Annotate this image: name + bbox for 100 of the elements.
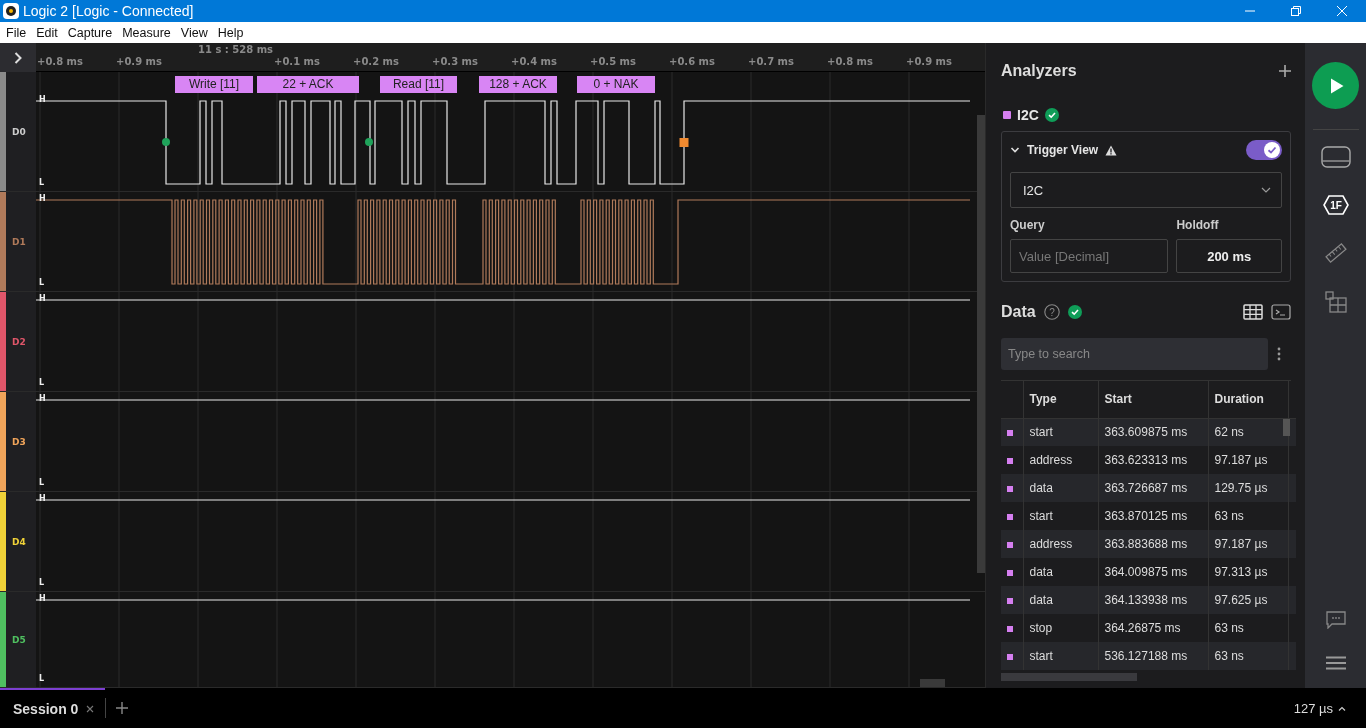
chevron-right-icon[interactable] (14, 51, 22, 64)
holdoff-field[interactable]: 200 ms (1176, 239, 1282, 273)
table-cell: 363.883688 ms (1098, 530, 1208, 558)
time-tick-label: +0.2 ms (353, 56, 399, 67)
table-cell: 363.870125 ms (1098, 502, 1208, 530)
add-icon[interactable] (1279, 65, 1291, 77)
table-cell: 364.009875 ms (1098, 558, 1208, 586)
low-level-label: L (39, 278, 45, 288)
low-level-label: L (39, 578, 45, 588)
table-cell: 536.127188 ms (1098, 642, 1208, 670)
trigger-view-label: Trigger View (1027, 143, 1099, 157)
menu-item[interactable]: View (180, 25, 208, 40)
marker-dot[interactable] (365, 138, 373, 146)
column-header[interactable]: Start (1098, 381, 1208, 418)
help-icon[interactable]: ? (1043, 304, 1060, 320)
menu-item[interactable]: Help (217, 25, 244, 40)
table-cell: start (1023, 502, 1098, 530)
table-cell: 63 ns (1208, 502, 1288, 530)
table-horizontal-scrollbar[interactable] (1001, 673, 1137, 681)
menu-item[interactable]: File (6, 25, 27, 40)
table-scrollbar[interactable] (1283, 419, 1290, 436)
toggle-switch[interactable] (1246, 140, 1282, 160)
query-field[interactable]: Value [Decimal] (1010, 239, 1169, 273)
decoded-data-label: 22 + ACK (257, 76, 359, 93)
session-tab[interactable]: Session 0 (0, 688, 106, 728)
channel-name: D4 (12, 536, 26, 547)
channel-name: D1 (12, 236, 26, 247)
menu-item[interactable]: Measure (122, 25, 171, 40)
warning-icon (1105, 144, 1118, 156)
more-options-icon[interactable] (1277, 347, 1281, 361)
table-cell: address (1023, 446, 1098, 474)
low-level-label: L (39, 378, 45, 388)
play-button[interactable] (1312, 62, 1359, 109)
table-cell: 63 ns (1208, 614, 1288, 642)
menu-item[interactable]: Edit (36, 25, 58, 40)
channel-name: D0 (12, 126, 26, 137)
column-header[interactable]: Type (1023, 381, 1098, 418)
low-level-label: L (39, 478, 45, 488)
horizontal-scrollbar[interactable] (920, 679, 945, 687)
hexagon-badge-icon[interactable]: 1F (1322, 195, 1349, 215)
decoded-data-label: 0 + NAK (577, 76, 655, 93)
table-cell: 63 ns (1208, 642, 1288, 670)
close-icon[interactable] (86, 705, 95, 713)
table-cell: 363.726687 ms (1098, 474, 1208, 502)
time-tick-label: +0.1 ms (274, 56, 320, 67)
channel-name: D5 (12, 634, 26, 645)
chevron-down-icon[interactable] (1010, 145, 1020, 155)
timeline-origin-label: 11 s : 528 ms (198, 44, 274, 55)
low-level-label: L (39, 674, 45, 684)
high-level-label: H (39, 294, 46, 304)
menu-icon[interactable] (1325, 656, 1346, 670)
time-tick-label: +0.6 ms (669, 56, 715, 67)
status-readout[interactable]: 127 µs (1293, 700, 1366, 716)
table-cell: 97.187 µs (1208, 446, 1288, 474)
layout-blocks-icon[interactable] (1324, 291, 1347, 313)
table-cell: data (1023, 586, 1098, 614)
marker-dot[interactable] (162, 138, 170, 146)
table-icon[interactable] (1243, 304, 1263, 320)
high-level-label: H (39, 594, 46, 604)
device-icon[interactable] (1320, 146, 1351, 168)
add-icon[interactable] (116, 702, 129, 714)
time-tick-label: +0.7 ms (748, 56, 794, 67)
table-cell: 97.187 µs (1208, 530, 1288, 558)
table-cell: data (1023, 474, 1098, 502)
time-tick-label: +0.9 ms (116, 56, 162, 67)
vertical-scrollbar[interactable] (977, 115, 985, 573)
table-cell: data (1023, 558, 1098, 586)
ruler-icon[interactable] (1324, 242, 1347, 264)
analyzer-dropdown[interactable]: I2C (1010, 172, 1282, 208)
table-cell: 363.609875 ms (1098, 418, 1208, 446)
table-cell: 363.623313 ms (1098, 446, 1208, 474)
time-tick-label: +0.3 ms (432, 56, 478, 67)
caret-up-icon (1338, 705, 1346, 711)
decoded-data-label: 128 + ACK (479, 76, 557, 93)
play-icon (1330, 77, 1344, 94)
time-tick-label: +0.5 ms (590, 56, 636, 67)
restore-icon[interactable] (1291, 6, 1301, 16)
table-cell: start (1023, 642, 1098, 670)
comment-icon[interactable] (1325, 611, 1346, 629)
column-header[interactable]: Duration (1208, 381, 1288, 418)
search-field[interactable]: Type to search (1001, 338, 1268, 370)
table-cell: 97.625 µs (1208, 586, 1288, 614)
analyzer-name[interactable]: I2C (1017, 107, 1039, 123)
channel-name: D2 (12, 336, 26, 347)
table-cell: 62 ns (1208, 418, 1288, 446)
menu-item[interactable]: Capture (67, 25, 113, 40)
channel-name: D3 (12, 436, 26, 447)
decoded-data-label: Write [11] (175, 76, 253, 93)
query-label: Query (1010, 218, 1046, 232)
time-tick-label: +0.9 ms (906, 56, 952, 67)
terminal-icon[interactable] (1271, 304, 1291, 320)
holdoff-label: Holdoff (1176, 218, 1220, 232)
toggle-knob-icon (1264, 142, 1280, 158)
table-cell: 364.26875 ms (1098, 614, 1208, 642)
marker-square[interactable] (679, 138, 689, 147)
low-level-label: L (39, 178, 45, 188)
high-level-label: H (39, 394, 46, 404)
time-tick-label: +0.4 ms (511, 56, 557, 67)
time-tick-label: +0.8 ms (827, 56, 873, 67)
time-tick-label: +0.8 ms (37, 56, 83, 67)
